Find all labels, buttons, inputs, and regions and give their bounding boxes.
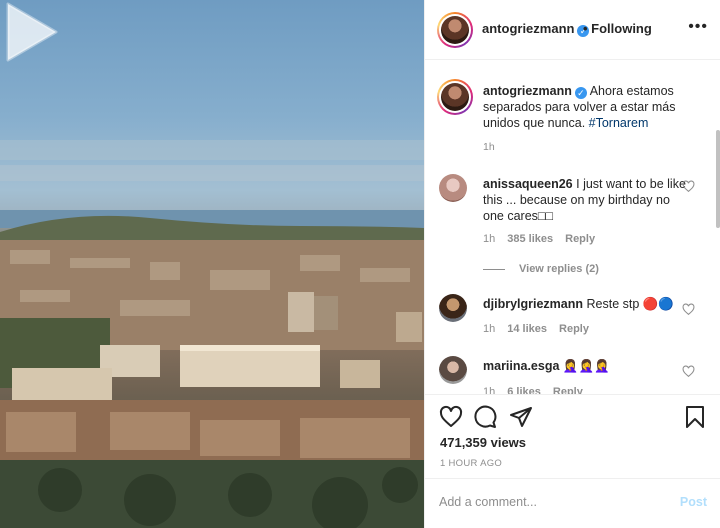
comment-text: Reste stp: [586, 297, 640, 311]
comment-username[interactable]: djibrylgriezmann: [483, 297, 583, 311]
post-panel: antogriezmann ✓ • Following ••• antogriez…: [424, 0, 720, 528]
views-count[interactable]: 471,359 views: [440, 435, 526, 450]
reply-button[interactable]: Reply: [565, 233, 595, 245]
comments-list[interactable]: antogriezmann ✓ Ahora estamos separados p…: [425, 60, 720, 394]
add-comment-bar: Add a comment... Post: [425, 478, 720, 528]
comment-emoji: 🔴🔵: [642, 297, 674, 311]
comment-time: 1h: [483, 233, 496, 245]
comment-emoji: 🤦‍♀️🤦‍♀️🤦‍♀️: [562, 359, 610, 373]
comment-username[interactable]: mariina.esga: [483, 359, 559, 373]
action-bar: 471,359 views 1 HOUR AGO: [425, 394, 720, 478]
more-horizontal-icon[interactable]: •••: [688, 18, 708, 36]
view-replies-button[interactable]: View replies (2): [483, 263, 599, 275]
city-aerial-image: [0, 140, 424, 528]
video-player[interactable]: [0, 0, 424, 528]
comment-likes[interactable]: 385 likes: [507, 233, 553, 245]
comment-likes[interactable]: 14 likes: [507, 323, 547, 335]
caption-username[interactable]: antogriezmann: [483, 84, 572, 98]
post-header: antogriezmann ✓ • Following •••: [425, 0, 720, 60]
post-button[interactable]: Post: [680, 495, 707, 509]
hashtag-link[interactable]: #Tornarem: [589, 116, 649, 130]
bookmark-icon[interactable]: [683, 405, 707, 429]
heart-icon[interactable]: [682, 303, 695, 316]
comment-username[interactable]: anissaqueen26: [483, 177, 573, 191]
avatar[interactable]: [439, 294, 467, 322]
heart-icon[interactable]: [439, 405, 463, 429]
post-time: 1 HOUR AGO: [440, 458, 503, 469]
comment-time: 1h: [483, 323, 496, 335]
send-icon[interactable]: [509, 405, 533, 429]
reply-button[interactable]: Reply: [553, 386, 583, 394]
comment-time: 1h: [483, 386, 496, 394]
reply-button[interactable]: Reply: [559, 323, 589, 335]
avatar[interactable]: [437, 79, 473, 115]
caption-time: 1h: [483, 141, 495, 153]
avatar[interactable]: [437, 12, 473, 48]
play-icon[interactable]: [0, 0, 60, 64]
comment-icon[interactable]: [473, 405, 497, 429]
follow-status[interactable]: • Following: [583, 21, 652, 36]
heart-icon[interactable]: [682, 365, 695, 378]
comment-likes[interactable]: 6 likes: [507, 386, 541, 394]
verified-badge-icon: ✓: [574, 87, 587, 99]
avatar[interactable]: [439, 174, 467, 202]
avatar[interactable]: [439, 356, 467, 384]
scrollbar[interactable]: [716, 130, 720, 228]
comment-input[interactable]: Add a comment...: [439, 495, 537, 509]
header-username[interactable]: antogriezmann ✓: [482, 21, 590, 37]
heart-icon[interactable]: [682, 180, 695, 193]
